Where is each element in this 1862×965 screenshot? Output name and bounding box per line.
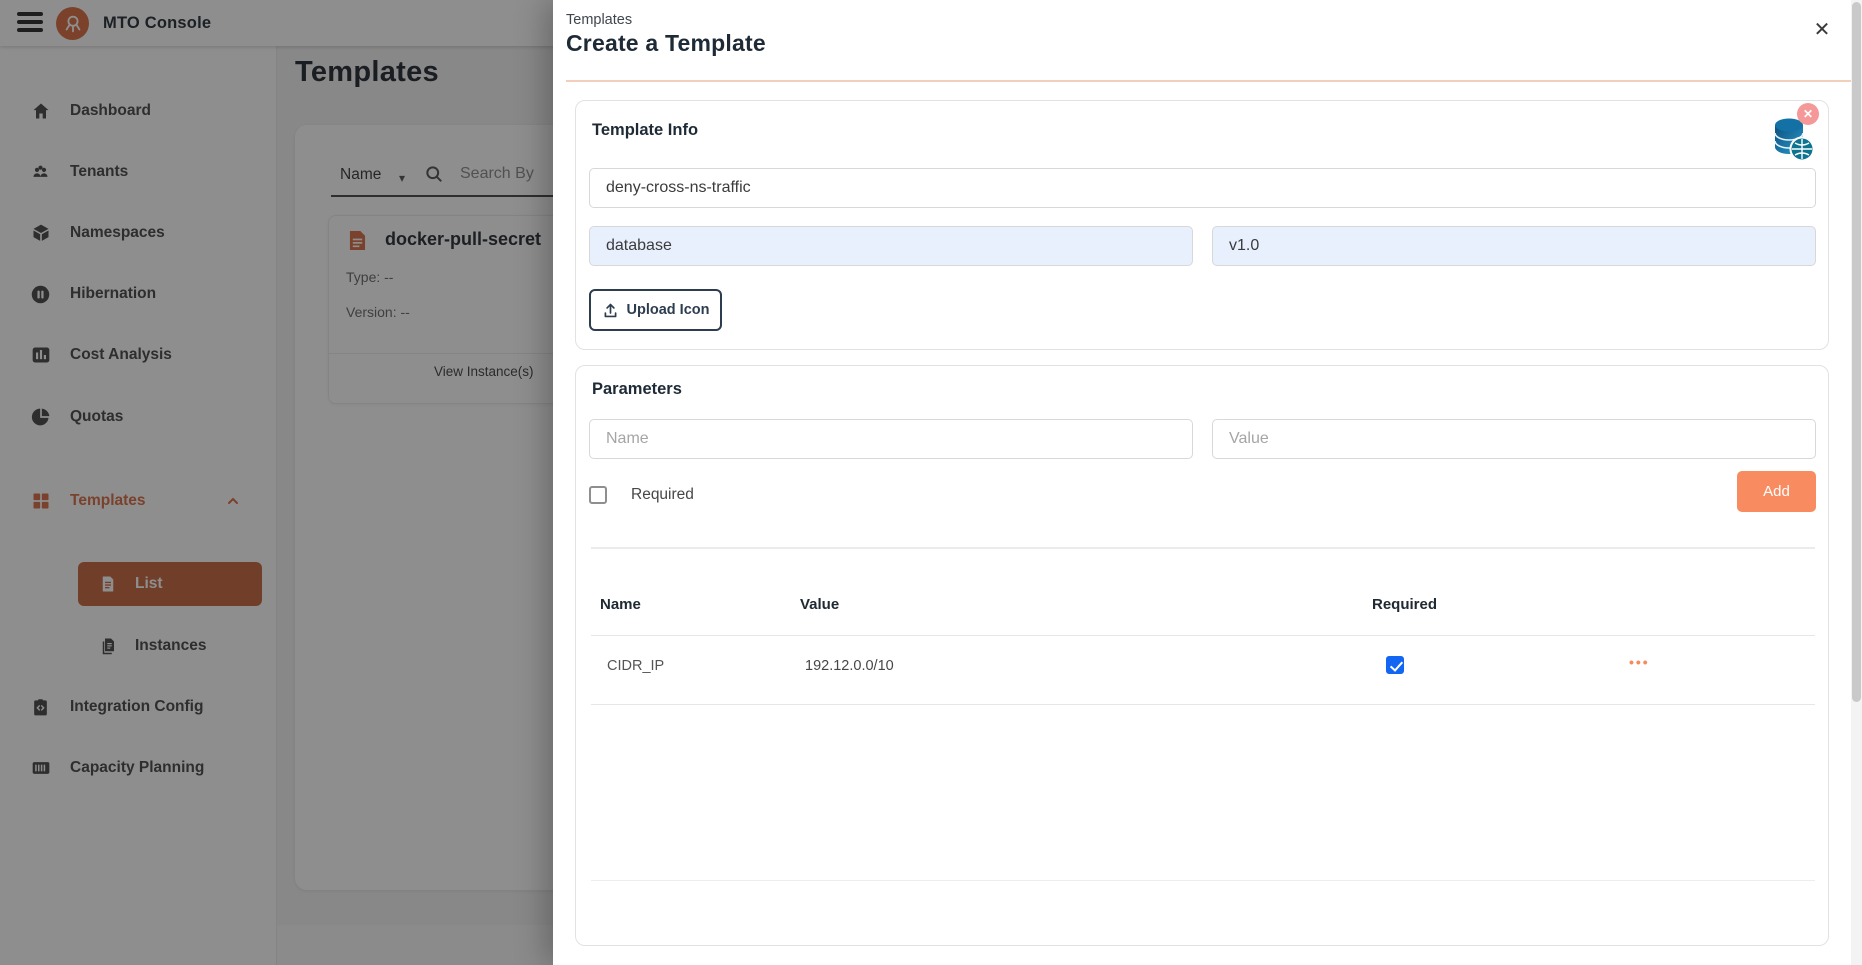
row-menu-ellipsis-icon[interactable]: •••: [1629, 654, 1650, 670]
row-value-cell: 192.12.0.0/10: [805, 658, 894, 674]
parameters-heading: Parameters: [592, 380, 682, 399]
add-parameter-button[interactable]: Add: [1737, 471, 1816, 512]
row-required-checkbox[interactable]: [1386, 656, 1404, 674]
table-row-divider: [591, 704, 1815, 705]
upload-icon-button[interactable]: Upload Icon: [589, 289, 722, 331]
table-header-name: Name: [600, 596, 641, 613]
row-name-cell: CIDR_IP: [607, 658, 664, 674]
table-header-required: Required: [1372, 596, 1437, 613]
table-footer-divider: [591, 880, 1815, 881]
table-header-divider: [591, 635, 1815, 636]
remove-uploaded-icon[interactable]: ✕: [1797, 103, 1819, 125]
required-checkbox[interactable]: [589, 486, 607, 504]
template-name-input[interactable]: [589, 168, 1816, 208]
breadcrumb: Templates: [566, 12, 632, 28]
drawer-title: Create a Template: [566, 30, 766, 57]
upload-icon: [602, 302, 619, 319]
header-divider: [566, 80, 1852, 82]
required-label: Required: [631, 486, 694, 504]
template-info-section: Template Info ✕: [575, 100, 1829, 350]
section-divider: [591, 547, 1815, 549]
template-version-input[interactable]: [1212, 226, 1816, 266]
drawer-scrollbar-track: [1851, 0, 1862, 965]
parameter-name-input[interactable]: [589, 419, 1193, 459]
template-info-heading: Template Info: [592, 121, 698, 140]
page: MTO Console Dashboard Tenants Namespaces: [0, 0, 1862, 965]
parameters-section: Parameters Required Add Name Value Requi…: [575, 365, 1829, 946]
table-header-value: Value: [800, 596, 839, 613]
parameter-value-input[interactable]: [1212, 419, 1816, 459]
close-icon[interactable]: ✕: [1808, 16, 1836, 44]
create-template-drawer: Templates Create a Template ✕ Template I…: [553, 0, 1862, 965]
drawer-scrollbar-thumb[interactable]: [1852, 2, 1861, 702]
template-type-input[interactable]: [589, 226, 1193, 266]
